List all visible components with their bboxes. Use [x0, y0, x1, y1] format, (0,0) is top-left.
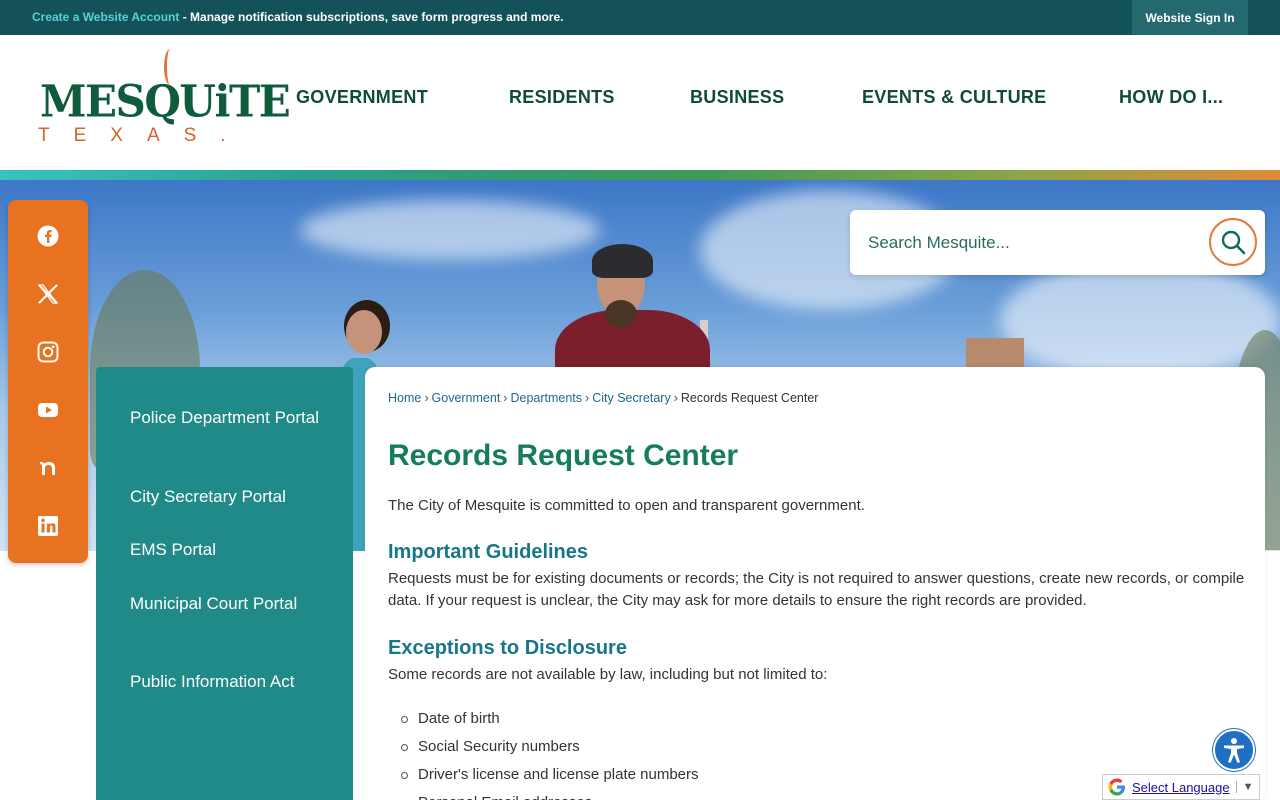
nextdoor-icon[interactable]	[36, 456, 60, 480]
list-item: Driver's license and license plate numbe…	[401, 764, 699, 792]
header-gradient-divider	[0, 170, 1280, 180]
list-item: Personal Email addresses	[418, 792, 699, 800]
intro-text: The City of Mesquite is committed to ope…	[388, 497, 865, 514]
breadcrumb-departments[interactable]: Departments	[510, 391, 582, 405]
logo-wordmark: MESQUiTE	[40, 75, 291, 128]
person-face	[346, 310, 382, 354]
mesquite-logo[interactable]: MESQUiTE TEXAS.	[38, 47, 291, 157]
website-sign-in-button[interactable]: Website Sign In	[1132, 0, 1248, 35]
breadcrumb-separator: ›	[673, 391, 678, 405]
sidenav-item-ems-portal[interactable]: EMS Portal	[130, 537, 320, 562]
nav-events-culture[interactable]: EVENTS & CULTURE	[862, 87, 1046, 108]
nav-government[interactable]: GOVERNMENT	[296, 87, 428, 108]
nav-business[interactable]: BUSINESS	[690, 87, 784, 108]
youtube-icon[interactable]	[36, 398, 60, 422]
cloud-shape	[1000, 260, 1280, 380]
bike-helmet	[592, 244, 653, 278]
logo-subtitle: TEXAS.	[38, 125, 250, 146]
main-content: Home › Government › Departments › City Secreta…	[365, 367, 1265, 800]
google-g-icon	[1108, 778, 1125, 796]
facebook-icon[interactable]	[36, 224, 60, 248]
account-banner: Create a Website Account - Manage notifi…	[32, 10, 563, 24]
language-selector[interactable]: Select Language ▼	[1102, 774, 1260, 800]
select-language-label: Select Language	[1132, 779, 1230, 795]
sidenav-item-police-department-portal[interactable]: Police Department Portal	[130, 405, 320, 430]
breadcrumb-current: Records Request Center	[680, 391, 819, 405]
site-search	[850, 210, 1265, 275]
chevron-down-icon: ▼	[1235, 781, 1253, 793]
top-utility-bar: Create a Website Account - Manage notifi…	[0, 0, 1280, 35]
search-input[interactable]	[868, 226, 1188, 260]
breadcrumb-separator: ›	[585, 391, 590, 405]
search-button[interactable]	[1209, 218, 1257, 266]
breadcrumb-home[interactable]: Home	[388, 391, 421, 405]
sidenav-item-municipal-court-portal[interactable]: Municipal Court Portal	[130, 591, 320, 616]
guidelines-text: Requests must be for existing documents …	[388, 570, 1245, 609]
create-account-link[interactable]: Create a Website Account	[32, 10, 179, 24]
sidenav-item-public-information-act[interactable]: Public Information Act	[130, 669, 320, 694]
exceptions-list: Date of birth Social Security numbers Dr…	[401, 708, 699, 800]
exceptions-text: Some records are not available by law, i…	[388, 666, 828, 683]
accessibility-icon	[1224, 738, 1244, 763]
nav-how-do-i[interactable]: HOW DO I...	[1119, 87, 1223, 108]
sidenav-item-city-secretary-portal[interactable]: City Secretary Portal	[130, 484, 320, 509]
social-media-bar	[8, 200, 88, 563]
account-banner-text: - Manage notification subscriptions, sav…	[179, 10, 564, 24]
breadcrumb: Home › Government › Departments › City Secreta…	[388, 391, 818, 405]
site-header: MESQUiTE TEXAS. GOVERNMENT RESIDENTS BUS…	[0, 35, 1280, 170]
instagram-icon[interactable]	[36, 340, 60, 364]
list-item: Social Security numbers	[401, 736, 699, 764]
list-item: Date of birth	[401, 708, 699, 736]
breadcrumb-separator: ›	[424, 391, 429, 405]
breadcrumb-city-secretary[interactable]: City Secretary	[592, 391, 671, 405]
search-icon	[1221, 230, 1246, 255]
person-beard	[605, 300, 637, 328]
nav-residents[interactable]: RESIDENTS	[509, 87, 615, 108]
section-sidebar-nav: Police Department Portal City Secretary …	[96, 367, 353, 800]
linkedin-icon[interactable]	[36, 514, 60, 538]
exceptions-heading: Exceptions to Disclosure	[388, 637, 627, 659]
page-title: Records Request Center	[388, 439, 739, 472]
x-icon[interactable]	[36, 282, 60, 306]
cloud-shape	[300, 200, 600, 260]
guidelines-heading: Important Guidelines	[388, 541, 589, 563]
breadcrumb-separator: ›	[503, 391, 508, 405]
breadcrumb-government[interactable]: Government	[432, 391, 501, 405]
accessibility-button[interactable]	[1213, 729, 1255, 771]
